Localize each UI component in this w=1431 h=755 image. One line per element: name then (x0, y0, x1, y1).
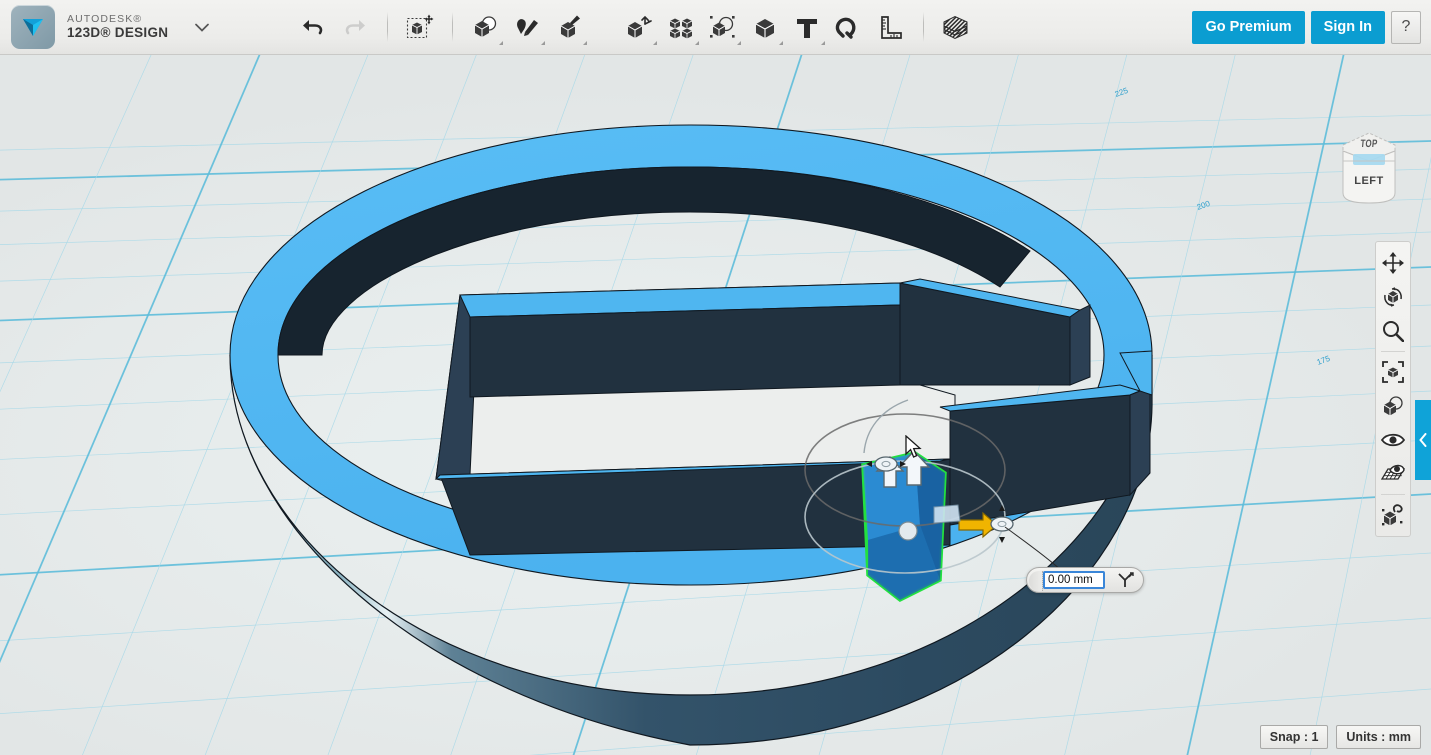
snap-to-point-icon[interactable] (1111, 569, 1139, 591)
brand-area[interactable]: AUTODESK® 123D® DESIGN (0, 5, 210, 49)
grid-plane-icon[interactable] (1376, 457, 1410, 491)
materials-layers-icon[interactable] (935, 6, 977, 48)
menu-caret-icon (695, 41, 699, 45)
navigation-toolbar (1375, 241, 1411, 537)
zoom-magnifier-icon[interactable] (1376, 314, 1410, 348)
chevron-left-icon (1419, 433, 1427, 447)
gizmo-rotate-handle-right[interactable] (991, 505, 1013, 543)
redo-button[interactable] (334, 6, 376, 48)
eye-visibility-icon[interactable] (1376, 423, 1410, 457)
gizmo-face-handle (934, 505, 960, 523)
dimension-input-bar[interactable] (1026, 567, 1144, 593)
autodesk-logo-icon (11, 5, 55, 49)
pan-arrows-icon[interactable] (1376, 246, 1410, 280)
measure-ruler-icon[interactable] (870, 6, 912, 48)
snap-magnet-icon[interactable] (828, 6, 870, 48)
menu-caret-icon (499, 41, 503, 45)
panel-expander-tab[interactable] (1415, 400, 1431, 480)
brand-line-autodesk: AUTODESK® (67, 13, 168, 25)
transform-gizmo[interactable] (0, 55, 1431, 755)
menu-caret-icon (653, 41, 657, 45)
help-button[interactable]: ? (1391, 11, 1421, 44)
go-premium-button[interactable]: Go Premium (1192, 11, 1304, 44)
toolbar-divider (1381, 351, 1405, 352)
view-cube-front-label: LEFT (1333, 175, 1405, 187)
sign-in-button[interactable]: Sign In (1311, 11, 1385, 44)
pattern-grid-icon[interactable] (660, 6, 702, 48)
menu-caret-icon (779, 41, 783, 45)
top-toolbar: AUTODESK® 123D® DESIGN (0, 0, 1431, 55)
account-actions: Go Premium Sign In ? (1192, 11, 1431, 44)
gizmo-leader-line (1005, 527, 1062, 571)
menu-caret-icon (583, 41, 587, 45)
view-cube[interactable]: TOP LEFT (1333, 125, 1405, 207)
gizmo-rotate-arc (864, 400, 908, 453)
gizmo-rotate-ring-v (805, 461, 1005, 573)
transform-cube-icon[interactable] (399, 6, 441, 48)
menu-caret-icon (821, 41, 825, 45)
primitives-cube-icon[interactable] (464, 6, 506, 48)
gizmo-scale-handle (899, 522, 917, 540)
brand-line-product: 123D® DESIGN (67, 25, 168, 41)
undo-button[interactable] (292, 6, 334, 48)
sketch-pen-icon[interactable] (506, 6, 548, 48)
modify-cube-arrows-icon[interactable] (618, 6, 660, 48)
snap-setting-chip[interactable]: Snap : 1 (1260, 725, 1329, 749)
gizmo-rotate-ring-h (805, 414, 1005, 526)
fit-to-window-icon[interactable] (1376, 355, 1410, 389)
grouping-combine-icon[interactable] (702, 6, 744, 48)
status-bar: Snap : 1 Units : mm (1260, 725, 1421, 749)
hide-show-cube-icon[interactable] (1376, 389, 1410, 423)
units-setting-chip[interactable]: Units : mm (1336, 725, 1421, 749)
orbit-cube-icon[interactable] (1376, 280, 1410, 314)
toolbar-separator (923, 12, 924, 42)
toolbar-divider (1381, 494, 1405, 495)
snap-cube-icon[interactable] (1376, 498, 1410, 532)
menu-caret-icon (737, 41, 741, 45)
text-t-icon[interactable] (786, 6, 828, 48)
construct-extrude-icon[interactable] (548, 6, 590, 48)
dimension-value-input[interactable] (1043, 571, 1105, 589)
drag-grip-icon[interactable] (1029, 571, 1043, 591)
toolbar-separator (387, 12, 388, 42)
3d-viewport[interactable]: 225 200 175 (0, 55, 1431, 755)
view-cube-top-label: TOP (1332, 137, 1405, 149)
gizmo-arrow-up-2[interactable] (899, 451, 929, 485)
combine-solid-icon[interactable] (744, 6, 786, 48)
view-cube-highlight-band (1353, 154, 1385, 165)
menu-caret-icon (541, 41, 545, 45)
main-tool-group (292, 6, 977, 48)
toolbar-separator (452, 12, 453, 42)
123d-design-window: AUTODESK® 123D® DESIGN (0, 0, 1431, 755)
chevron-down-icon[interactable] (194, 19, 210, 35)
